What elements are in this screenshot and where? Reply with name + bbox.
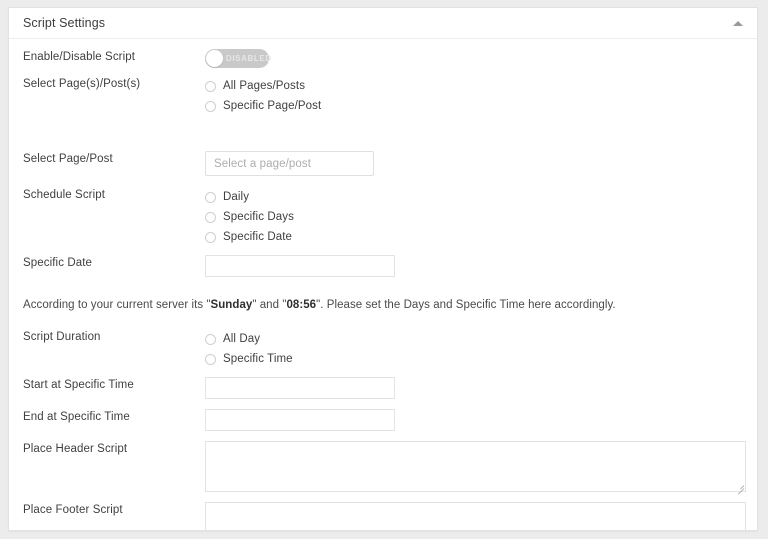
notice-server-day: Sunday xyxy=(210,299,253,311)
toggle-state-label: DISABLED xyxy=(226,54,272,63)
row-start-specific-time: Start at Specific Time xyxy=(9,377,757,399)
label-enable-disable-script: Enable/Disable Script xyxy=(23,51,136,63)
header-script-textarea[interactable] xyxy=(205,441,746,492)
field-select-pages-posts: All Pages/Posts Specific Page/Post xyxy=(205,76,743,116)
label-specific-date: Specific Date xyxy=(23,257,93,269)
specific-date-input[interactable] xyxy=(205,255,395,277)
field-enable-disable-script: DISABLED xyxy=(205,49,743,68)
notice-middle: " and " xyxy=(252,299,287,311)
row-specific-date: Specific Date xyxy=(9,255,757,277)
row-end-specific-time: End at Specific Time xyxy=(9,409,757,431)
radio-label-specific-days: Specific Days xyxy=(223,211,294,223)
label-schedule-script: Schedule Script xyxy=(23,189,106,201)
panel-collapse-button[interactable] xyxy=(727,12,749,34)
label-script-duration: Script Duration xyxy=(23,331,101,343)
label-place-header-script: Place Header Script xyxy=(23,443,128,455)
row-place-footer-script: Place Footer Script xyxy=(9,502,757,530)
radio-circle-icon xyxy=(205,80,216,92)
footer-script-textarea[interactable] xyxy=(205,502,746,530)
label-start-specific-time: Start at Specific Time xyxy=(23,379,134,391)
radio-specific-page-post[interactable]: Specific Page/Post xyxy=(205,96,743,116)
page-title: Script Settings xyxy=(23,15,106,30)
row-place-header-script: Place Header Script xyxy=(9,441,757,495)
radio-circle-icon xyxy=(205,211,216,223)
field-start-specific-time xyxy=(205,377,743,399)
radio-circle-icon xyxy=(205,231,216,243)
caret-up-icon xyxy=(733,20,743,26)
select-page-post-placeholder: Select a page/post xyxy=(214,157,312,170)
radio-label-specific-date: Specific Date xyxy=(223,231,293,243)
field-place-header-script xyxy=(205,441,746,495)
label-select-page-post: Select Page/Post xyxy=(23,153,113,165)
radio-circle-icon xyxy=(205,333,216,345)
field-specific-date xyxy=(205,255,743,277)
radio-label-all-pages-posts: All Pages/Posts xyxy=(223,80,306,92)
select-page-post-dropdown[interactable]: Select a page/post xyxy=(205,151,374,176)
radio-circle-icon xyxy=(205,191,216,203)
notice-server-time: 08:56 xyxy=(286,299,317,311)
radio-circle-icon xyxy=(205,100,216,112)
script-settings-panel: Script Settings Enable/Disable Script DI… xyxy=(8,7,758,531)
radio-label-specific-time: Specific Time xyxy=(223,353,293,365)
label-end-specific-time: End at Specific Time xyxy=(23,411,130,423)
radio-all-day[interactable]: All Day xyxy=(205,329,743,349)
radio-label-all-day: All Day xyxy=(223,333,261,345)
radio-daily[interactable]: Daily xyxy=(205,187,743,207)
notice-prefix: According to your current server its xyxy=(23,299,207,311)
radio-specific-days[interactable]: Specific Days xyxy=(205,207,743,227)
row-select-page-post: Select Page/Post Select a page/post xyxy=(9,151,757,176)
radio-specific-time[interactable]: Specific Time xyxy=(205,349,743,369)
label-place-footer-script: Place Footer Script xyxy=(23,504,123,516)
notice-suffix: ". Please set the Days and Specific Time… xyxy=(316,299,616,311)
row-script-duration: Script Duration All Day Specific Time xyxy=(9,329,757,369)
field-script-duration: All Day Specific Time xyxy=(205,329,743,369)
radio-all-pages-posts[interactable]: All Pages/Posts xyxy=(205,76,743,96)
field-end-specific-time xyxy=(205,409,743,431)
label-select-pages-posts: Select Page(s)/Post(s) xyxy=(23,78,141,90)
radio-label-specific-page-post: Specific Page/Post xyxy=(223,100,322,112)
row-schedule-script: Schedule Script Daily Specific Days Spec… xyxy=(9,187,757,247)
server-time-notice: According to your current server its "Su… xyxy=(9,299,757,311)
field-schedule-script: Daily Specific Days Specific Date xyxy=(205,187,743,247)
row-enable-disable-script: Enable/Disable Script DISABLED xyxy=(9,49,757,68)
field-place-footer-script xyxy=(205,502,746,530)
start-time-input[interactable] xyxy=(205,377,395,399)
panel-header: Script Settings xyxy=(9,8,757,39)
radio-circle-icon xyxy=(205,353,216,365)
row-select-pages-posts: Select Page(s)/Post(s) All Pages/Posts S… xyxy=(9,76,757,116)
end-time-input[interactable] xyxy=(205,409,395,431)
enable-disable-toggle[interactable]: DISABLED xyxy=(205,49,272,68)
radio-label-daily: Daily xyxy=(223,191,250,203)
field-select-page-post: Select a page/post xyxy=(205,151,743,176)
toggle-knob xyxy=(206,50,223,67)
radio-specific-date[interactable]: Specific Date xyxy=(205,227,743,247)
